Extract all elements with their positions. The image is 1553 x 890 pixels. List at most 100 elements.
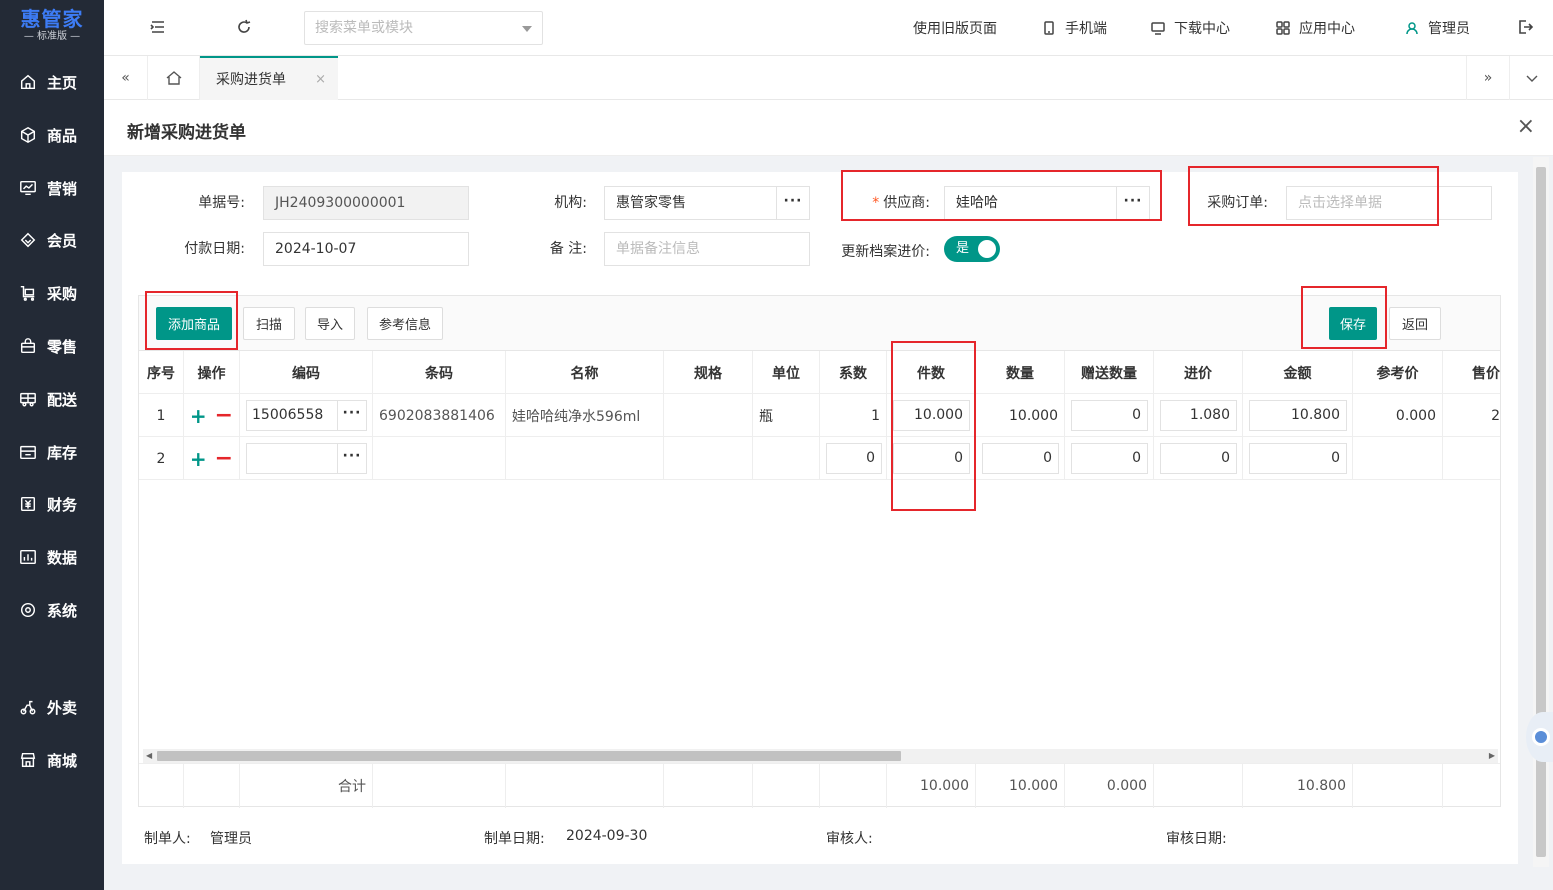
sidebar-item-inventory[interactable]: 库存 xyxy=(0,432,104,472)
gift-qty-input[interactable]: 0 xyxy=(1071,443,1148,474)
brand-logo[interactable]: 惠管家 — 标准版 — xyxy=(0,0,104,52)
price-input[interactable]: 0 xyxy=(1160,443,1237,474)
table-footer-totals: 合计 10.000 10.000 0.000 10.800 xyxy=(139,763,1500,808)
remark-field[interactable]: 单据备注信息 xyxy=(604,232,810,266)
gift-qty-input[interactable]: 0 xyxy=(1071,400,1148,431)
user-menu[interactable]: 管理员 xyxy=(1404,18,1470,38)
org-field[interactable]: 惠管家零售 ··· xyxy=(604,186,810,220)
sidebar-item-label: 零售 xyxy=(47,337,78,356)
close-icon[interactable]: × xyxy=(1517,114,1535,139)
update-price-toggle[interactable]: 是 xyxy=(944,236,1000,262)
total-gift: 0.000 xyxy=(1065,764,1154,808)
table-row: 1 + − 15006558 ··· 6902083881406 娃哈哈纯净水5… xyxy=(139,394,1500,437)
sidebar-item-goods[interactable]: 商品 xyxy=(0,115,104,155)
col-header-barcode: 条码 xyxy=(373,351,506,394)
col-header-name: 名称 xyxy=(506,351,664,394)
sidebar-item-delivery[interactable]: 配送 xyxy=(0,379,104,419)
doc-no-field: JH2409300000001 xyxy=(263,186,469,220)
brand-edition: 标准版 xyxy=(37,31,67,42)
back-button[interactable]: 返回 xyxy=(1389,307,1441,340)
table-row: 2 + − ··· 0 0 0 0 0 0 xyxy=(139,437,1500,480)
factor-input[interactable]: 0 xyxy=(826,443,882,474)
code-picker-button[interactable]: ··· xyxy=(337,401,366,430)
remove-row-icon[interactable]: − xyxy=(215,446,233,471)
app-center-link[interactable]: 应用中心 xyxy=(1275,18,1355,38)
horizontal-scrollbar[interactable]: ◀ ▶ xyxy=(143,749,1498,763)
purchase-order-field[interactable]: 点击选择单据 xyxy=(1286,186,1492,220)
tab-close-icon[interactable]: × xyxy=(315,72,326,87)
cart-icon xyxy=(18,283,38,303)
sidebar-item-finance[interactable]: 财务 xyxy=(0,484,104,524)
table-toolbar: 添加商品 扫描 导入 参考信息 保存 返回 xyxy=(139,296,1500,351)
shopping-bag-icon xyxy=(18,336,38,356)
tab-dropdown[interactable] xyxy=(1510,56,1553,100)
menu-search-input[interactable]: 搜索菜单或模块 xyxy=(304,11,543,45)
menu-collapse-icon[interactable] xyxy=(149,18,169,38)
tab-home[interactable] xyxy=(148,56,200,100)
amount-input[interactable]: 0 xyxy=(1249,443,1347,474)
sidebar-item-purchase[interactable]: 采购 xyxy=(0,273,104,313)
import-button[interactable]: 导入 xyxy=(305,307,355,340)
truck-icon xyxy=(18,389,38,409)
code-input[interactable]: 15006558 ··· xyxy=(246,400,367,431)
update-price-label: 更新档案进价: xyxy=(841,244,930,260)
sidebar-item-retail[interactable]: 零售 xyxy=(0,326,104,366)
settings-icon xyxy=(18,600,38,620)
pieces-input[interactable]: 0 xyxy=(893,443,970,474)
add-goods-button[interactable]: 添加商品 xyxy=(156,307,232,340)
sidebar-item-members[interactable]: 会员 xyxy=(0,220,104,260)
sidebar-item-home[interactable]: 主页 xyxy=(0,62,104,102)
qty-input[interactable]: 0 xyxy=(982,443,1059,474)
top-bar: 搜索菜单或模块 使用旧版页面 手机端 下载中心 应用中心 管理员 xyxy=(104,0,1553,56)
mobile-link[interactable]: 手机端 xyxy=(1041,18,1107,38)
sidebar-item-marketing[interactable]: 营销 xyxy=(0,168,104,208)
add-row-icon[interactable]: + xyxy=(190,404,207,428)
code-input[interactable]: ··· xyxy=(246,443,367,474)
supplier-field[interactable]: 娃哈哈 ··· xyxy=(944,186,1150,220)
sidebar-item-takeout[interactable]: 外卖 xyxy=(0,687,104,727)
scroll-left-arrow-icon[interactable]: ◀ xyxy=(146,749,152,763)
currency-icon xyxy=(18,494,38,514)
scroll-right-arrow-icon[interactable]: ▶ xyxy=(1489,749,1495,763)
pieces-input[interactable]: 10.000 xyxy=(893,400,970,431)
maker-label: 制单人: xyxy=(144,831,191,847)
audit-date-label: 审核日期: xyxy=(1166,831,1227,847)
org-picker-button[interactable]: ··· xyxy=(776,187,809,219)
sidebar-item-system[interactable]: 系统 xyxy=(0,590,104,630)
price-input[interactable]: 1.080 xyxy=(1160,400,1237,431)
payment-date-field[interactable]: 2024-10-07 xyxy=(263,232,469,266)
reference-info-button[interactable]: 参考信息 xyxy=(367,307,443,340)
amount-input[interactable]: 10.800 xyxy=(1249,400,1347,431)
sidebar-item-data[interactable]: 数据 xyxy=(0,537,104,577)
add-row-icon[interactable]: + xyxy=(190,447,207,471)
remove-row-icon[interactable]: − xyxy=(215,403,233,428)
tab-purchase-receipt[interactable]: 采购进货单 × xyxy=(200,56,338,100)
row-actions: + − xyxy=(184,394,240,437)
tab-scroll-right[interactable]: » xyxy=(1466,56,1510,100)
col-header-amount: 金额 xyxy=(1243,351,1353,394)
purchase-order-label: 采购订单: xyxy=(1207,195,1268,211)
supplier-picker-button[interactable]: ··· xyxy=(1116,187,1149,219)
remark-label: 备 注: xyxy=(549,241,587,257)
sidebar-item-mall[interactable]: 商城 xyxy=(0,740,104,780)
logout-icon[interactable] xyxy=(1516,18,1536,38)
row-sale-price: 2 xyxy=(1491,407,1500,424)
sidebar-item-label: 商城 xyxy=(47,751,78,770)
sidebar-item-label: 会员 xyxy=(47,231,78,250)
home-icon xyxy=(166,71,181,85)
old-page-link[interactable]: 使用旧版页面 xyxy=(913,18,997,38)
assistant-float-button[interactable] xyxy=(1526,712,1553,762)
supplier-label: * 供应商: xyxy=(872,195,930,211)
col-header-pieces: 件数 xyxy=(887,351,976,394)
total-pieces: 10.000 xyxy=(887,764,976,808)
scooter-icon xyxy=(18,697,38,717)
maker-value: 管理员 xyxy=(210,831,252,847)
sidebar-item-label: 营销 xyxy=(47,179,78,198)
code-picker-button[interactable]: ··· xyxy=(337,444,366,473)
col-header-ops: 操作 xyxy=(184,351,240,394)
save-button[interactable]: 保存 xyxy=(1329,307,1377,340)
download-center-link[interactable]: 下载中心 xyxy=(1150,18,1230,38)
refresh-icon[interactable] xyxy=(235,18,255,38)
tab-scroll-left[interactable]: « xyxy=(104,56,148,100)
scan-button[interactable]: 扫描 xyxy=(243,307,295,340)
